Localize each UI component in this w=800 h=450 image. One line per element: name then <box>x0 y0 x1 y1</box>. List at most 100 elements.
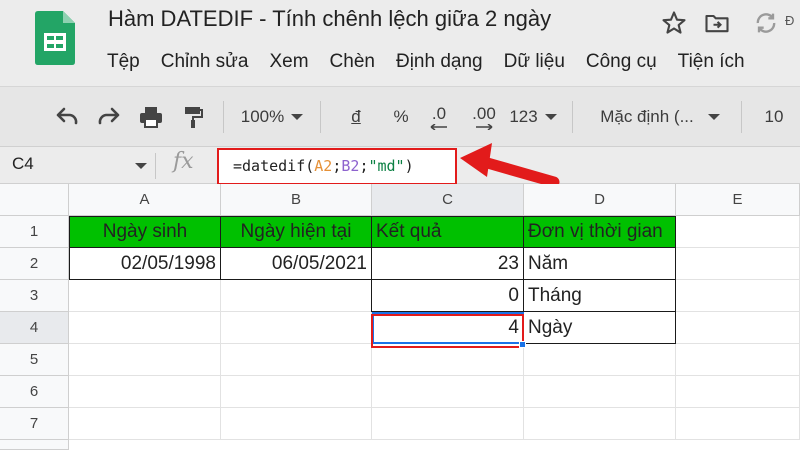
fx-icon: fx <box>173 149 194 174</box>
cell-c2[interactable]: 23 <box>372 248 524 280</box>
cell-d1[interactable]: Đơn vị thời gian <box>523 216 676 248</box>
sheets-logo-icon[interactable] <box>35 11 75 65</box>
increase-decimal-button[interactable]: .00 <box>466 87 502 147</box>
menu-file[interactable]: Tệp <box>107 51 140 73</box>
row-header-3[interactable]: 3 <box>0 280 69 312</box>
paint-format-button[interactable] <box>176 87 210 147</box>
currency-label: đ <box>351 107 361 126</box>
formula-suffix: ) <box>404 157 414 175</box>
redo-icon <box>98 107 120 125</box>
cell-c3[interactable]: 0 <box>371 280 524 312</box>
more-formats-label: 123 <box>509 107 538 126</box>
cell-d6[interactable] <box>524 376 676 408</box>
menu-format[interactable]: Định dạng <box>396 51 483 73</box>
menu-tools[interactable]: Công cụ <box>586 51 657 73</box>
column-header-e[interactable]: E <box>676 184 800 216</box>
cell-b6[interactable] <box>221 376 372 408</box>
formula-bar: C4 fx =datedif(A2;B2;"md") <box>0 146 800 185</box>
formula-string-arg: "md" <box>368 157 405 175</box>
font-family-select[interactable]: Mặc định (... <box>590 87 730 147</box>
cell-d5[interactable] <box>524 344 676 376</box>
column-header-c[interactable]: C <box>372 184 524 216</box>
toolbar-separator <box>223 101 224 133</box>
name-box[interactable]: C4 <box>12 154 34 174</box>
cell-a4[interactable] <box>69 312 221 344</box>
menu-extensions[interactable]: Tiện ích <box>678 51 745 73</box>
zoom-value: 100% <box>240 107 285 126</box>
font-size-select[interactable]: 10 <box>756 87 792 147</box>
decrease-decimal-button[interactable]: .0 <box>423 87 455 147</box>
zoom-select[interactable]: 100% <box>236 87 308 147</box>
row-header-1[interactable]: 1 <box>0 216 69 248</box>
cell-c1[interactable]: Kết quả <box>371 216 524 248</box>
cell-d3[interactable]: Tháng <box>524 280 676 312</box>
cell-c7[interactable] <box>372 408 524 440</box>
formula-input[interactable]: =datedif(A2;B2;"md") <box>217 148 457 185</box>
cell-b5[interactable] <box>221 344 372 376</box>
cell-a7[interactable] <box>69 408 221 440</box>
row-header-7[interactable]: 7 <box>0 408 69 440</box>
row-header-4[interactable]: 4 <box>0 312 69 344</box>
menu-insert[interactable]: Chèn <box>330 51 375 73</box>
save-status-text: Đ <box>785 13 795 28</box>
cell-a5[interactable] <box>69 344 221 376</box>
increase-decimal-label: .00 <box>472 104 496 123</box>
arrow-left-icon <box>430 124 447 130</box>
menu-data[interactable]: Dữ liệu <box>504 51 565 73</box>
cell-e3[interactable] <box>676 280 800 312</box>
cell-e1[interactable] <box>676 216 800 248</box>
percent-format-button[interactable]: % <box>388 87 414 147</box>
cell-b7[interactable] <box>221 408 372 440</box>
cell-e2[interactable] <box>676 248 800 280</box>
column-header-d[interactable]: D <box>524 184 676 216</box>
cell-c6[interactable] <box>372 376 524 408</box>
chevron-down-icon[interactable] <box>135 163 147 169</box>
cell-b4[interactable] <box>221 312 372 344</box>
redo-button[interactable] <box>92 87 126 147</box>
toolbar: 100% đ % .0 .00 123 Mặc định (... 10 <box>0 86 800 146</box>
select-all-corner[interactable] <box>0 184 69 216</box>
title-bar: Hàm DATEDIF - Tính chênh lệch giữa 2 ngà… <box>0 0 800 86</box>
cell-a1[interactable]: Ngày sinh <box>69 216 221 248</box>
chevron-down-icon <box>544 114 557 120</box>
toolbar-separator <box>320 101 321 133</box>
more-formats-button[interactable]: 123 <box>508 87 558 147</box>
row-header-6[interactable]: 6 <box>0 376 69 408</box>
formula-prefix: =datedif( <box>233 157 315 175</box>
cell-d7[interactable] <box>524 408 676 440</box>
column-header-a[interactable]: A <box>69 184 221 216</box>
cell-e5[interactable] <box>676 344 800 376</box>
cell-a2[interactable]: 02/05/1998 <box>69 248 221 280</box>
undo-button[interactable] <box>50 87 84 147</box>
cell-a6[interactable] <box>69 376 221 408</box>
chevron-down-icon <box>707 114 720 120</box>
star-icon[interactable] <box>660 9 688 37</box>
cell-a3[interactable] <box>69 280 221 312</box>
move-to-folder-icon[interactable] <box>703 9 731 37</box>
cell-c5[interactable] <box>372 344 524 376</box>
spreadsheet-grid: A B C D E 1 2 3 4 5 6 7 Ngày sinh Ngày h… <box>0 184 800 450</box>
cell-c4[interactable]: 4 <box>372 312 524 344</box>
cloud-sync-icon[interactable] <box>752 9 780 37</box>
undo-icon <box>56 107 78 125</box>
cell-d4[interactable]: Ngày <box>524 312 676 344</box>
document-title[interactable]: Hàm DATEDIF - Tính chênh lệch giữa 2 ngà… <box>108 6 551 32</box>
menu-edit[interactable]: Chỉnh sửa <box>161 51 249 73</box>
cell-d2[interactable]: Năm <box>524 248 676 280</box>
fill-handle[interactable] <box>519 341 526 348</box>
row-header-5[interactable]: 5 <box>0 344 69 376</box>
toolbar-separator <box>572 101 573 133</box>
row-header-2[interactable]: 2 <box>0 248 69 280</box>
print-button[interactable] <box>134 87 168 147</box>
cell-e7[interactable] <box>676 408 800 440</box>
cell-b1[interactable]: Ngày hiện tại <box>220 216 372 248</box>
currency-format-button[interactable]: đ <box>343 87 369 147</box>
cell-b2[interactable]: 06/05/2021 <box>221 248 372 280</box>
cell-e6[interactable] <box>676 376 800 408</box>
cell-e4[interactable] <box>676 312 800 344</box>
row-header-8[interactable] <box>0 440 69 450</box>
menu-view[interactable]: Xem <box>269 51 308 73</box>
font-size-value: 10 <box>764 107 784 126</box>
cell-b3[interactable] <box>221 280 372 312</box>
column-header-b[interactable]: B <box>221 184 372 216</box>
